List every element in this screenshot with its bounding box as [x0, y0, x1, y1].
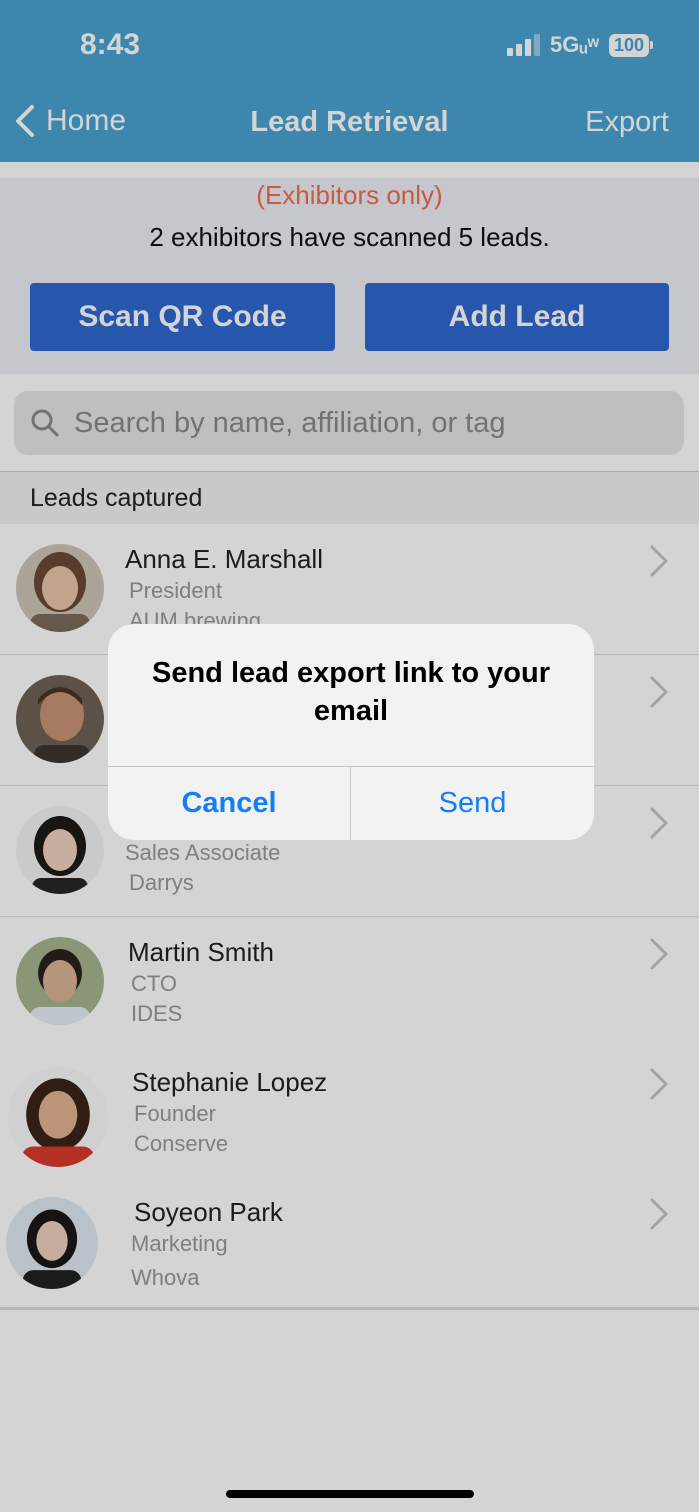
export-alert-dialog: Send lead export link to your email Canc… — [108, 624, 594, 840]
alert-message: Send lead export link to your email — [151, 657, 550, 727]
cancel-button[interactable]: Cancel — [108, 767, 350, 840]
home-indicator[interactable] — [226, 1490, 474, 1498]
send-button[interactable]: Send — [351, 767, 594, 840]
